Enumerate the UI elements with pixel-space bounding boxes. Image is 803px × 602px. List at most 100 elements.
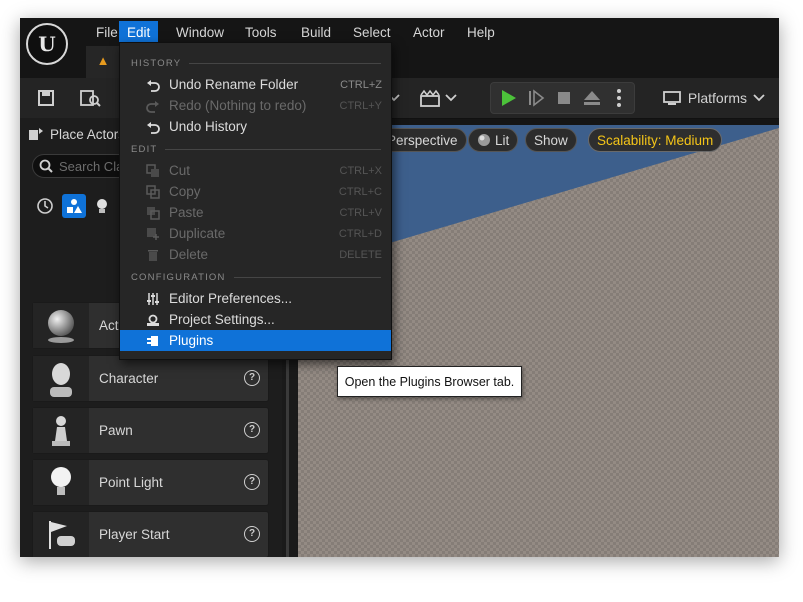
item-shortcut: CTRL+C <box>338 185 382 198</box>
edit-menu-dropdown: HISTORY Undo Rename Folder CTRL+Z Redo (… <box>119 42 392 360</box>
plug-icon <box>145 333 161 349</box>
place-actors-header: Place Actors <box>28 126 125 142</box>
menu-help[interactable]: Help <box>459 21 503 44</box>
actor-item-point-light[interactable]: Point Light ? <box>32 459 269 506</box>
clock-icon <box>37 198 53 214</box>
menu-tools[interactable]: Tools <box>237 21 285 44</box>
duplicate-icon <box>145 226 161 242</box>
bulb-icon <box>97 199 107 213</box>
actor-label: Player Start <box>99 527 170 542</box>
item-label: Copy <box>169 184 201 199</box>
menu-select[interactable]: Select <box>345 21 399 44</box>
flag-gamepad-icon <box>33 512 89 557</box>
delete-item[interactable]: Delete DELETE <box>120 244 391 265</box>
item-label: Plugins <box>169 333 214 348</box>
platforms-label: Platforms <box>687 90 748 106</box>
redo-item[interactable]: Redo (Nothing to redo) CTRL+Y <box>120 95 391 116</box>
panel-title: Place Actors <box>50 126 126 142</box>
recent-category-button[interactable] <box>33 194 57 218</box>
paste-icon <box>145 205 161 221</box>
actor-label: Character <box>99 371 159 386</box>
show-button[interactable]: Show <box>525 128 577 152</box>
browse-button[interactable] <box>76 84 104 112</box>
lit-sphere-icon <box>478 134 490 146</box>
item-shortcut: CTRL+D <box>338 227 382 240</box>
undo-icon <box>145 77 161 93</box>
content-browse-icon <box>80 90 101 107</box>
item-label: Undo Rename Folder <box>169 77 299 92</box>
paste-item[interactable]: Paste CTRL+V <box>120 202 391 223</box>
search-icon <box>39 159 53 173</box>
unreal-editor-window: File Edit Window Tools Build Select Acto… <box>20 18 779 557</box>
item-label: Cut <box>169 163 191 178</box>
item-label: Editor Preferences... <box>169 291 293 306</box>
project-settings-icon <box>145 312 161 328</box>
project-settings-item[interactable]: Project Settings... <box>120 309 391 330</box>
character-icon <box>33 356 89 401</box>
help-icon[interactable]: ? <box>244 422 260 438</box>
unreal-logo[interactable]: U <box>26 23 68 65</box>
item-shortcut: DELETE <box>339 248 382 261</box>
actor-item-player-start[interactable]: Player Start ? <box>32 511 269 557</box>
basic-category-button[interactable] <box>62 194 86 218</box>
item-shortcut: CTRL+Y <box>339 99 383 112</box>
item-shortcut: CTRL+Z <box>340 78 382 91</box>
item-label: Paste <box>169 205 204 220</box>
eject-icon[interactable] <box>582 89 602 107</box>
help-icon[interactable]: ? <box>244 526 260 542</box>
cinematics-button[interactable] <box>418 84 458 112</box>
undo-rename-folder-item[interactable]: Undo Rename Folder CTRL+Z <box>120 74 391 95</box>
item-label: Duplicate <box>169 226 226 241</box>
search-actors-input[interactable]: Search Cla <box>32 154 132 178</box>
scalability-button[interactable]: Scalability: Medium <box>588 128 723 152</box>
trash-icon <box>145 247 161 263</box>
clapperboard-icon <box>420 89 440 107</box>
actor-label: Pawn <box>99 423 133 438</box>
undo-history-icon <box>145 119 161 135</box>
lights-category-button[interactable] <box>90 194 114 218</box>
lit-button[interactable]: Lit <box>468 128 519 152</box>
actor-item-character[interactable]: Character ? <box>32 355 269 402</box>
stop-icon[interactable] <box>555 89 573 107</box>
section-header-edit: EDIT <box>131 142 381 156</box>
play-controls <box>490 82 635 114</box>
place-actors-icon <box>29 128 43 140</box>
help-icon[interactable]: ? <box>244 474 260 490</box>
search-placeholder: Search Cla <box>59 158 124 174</box>
help-icon[interactable]: ? <box>244 370 260 386</box>
section-header-configuration: CONFIGURATION <box>131 270 381 284</box>
item-shortcut: CTRL+X <box>339 164 383 177</box>
perspective-label: Perspective <box>387 132 458 148</box>
cut-item[interactable]: Cut CTRL+X <box>120 160 391 181</box>
save-button[interactable] <box>34 84 58 112</box>
editor-preferences-item[interactable]: Editor Preferences... <box>120 288 391 309</box>
show-label: Show <box>534 132 568 148</box>
menu-edit[interactable]: Edit <box>119 21 159 44</box>
item-label: Delete <box>169 247 209 262</box>
save-icon <box>38 90 54 106</box>
more-options-icon[interactable] <box>615 88 623 108</box>
level-tab[interactable]: ▲ <box>86 46 120 78</box>
item-label: Project Settings... <box>169 312 275 327</box>
level-icon: ▲ <box>96 53 110 68</box>
duplicate-item[interactable]: Duplicate CTRL+D <box>120 223 391 244</box>
play-icon[interactable] <box>499 89 517 107</box>
menu-window[interactable]: Window <box>168 21 232 44</box>
menu-actor[interactable]: Actor <box>405 21 453 44</box>
sliders-icon <box>145 291 161 307</box>
platforms-button[interactable]: Platforms <box>658 83 765 113</box>
actor-item-pawn[interactable]: Pawn ? <box>32 407 269 454</box>
scalability-label: Scalability: Medium <box>597 132 714 148</box>
copy-item[interactable]: Copy CTRL+C <box>120 181 391 202</box>
plugins-item[interactable]: Plugins <box>120 330 391 351</box>
copy-icon <box>145 184 161 200</box>
chevron-down-icon <box>753 94 765 102</box>
platforms-icon <box>663 91 681 105</box>
item-label: Redo (Nothing to redo) <box>169 98 307 113</box>
step-icon[interactable] <box>527 89 545 107</box>
undo-history-item[interactable]: Undo History <box>120 116 391 137</box>
basic-shapes-icon <box>67 199 82 213</box>
chevron-down-icon <box>445 94 457 102</box>
item-label: Undo History <box>169 119 248 134</box>
menu-build[interactable]: Build <box>293 21 339 44</box>
